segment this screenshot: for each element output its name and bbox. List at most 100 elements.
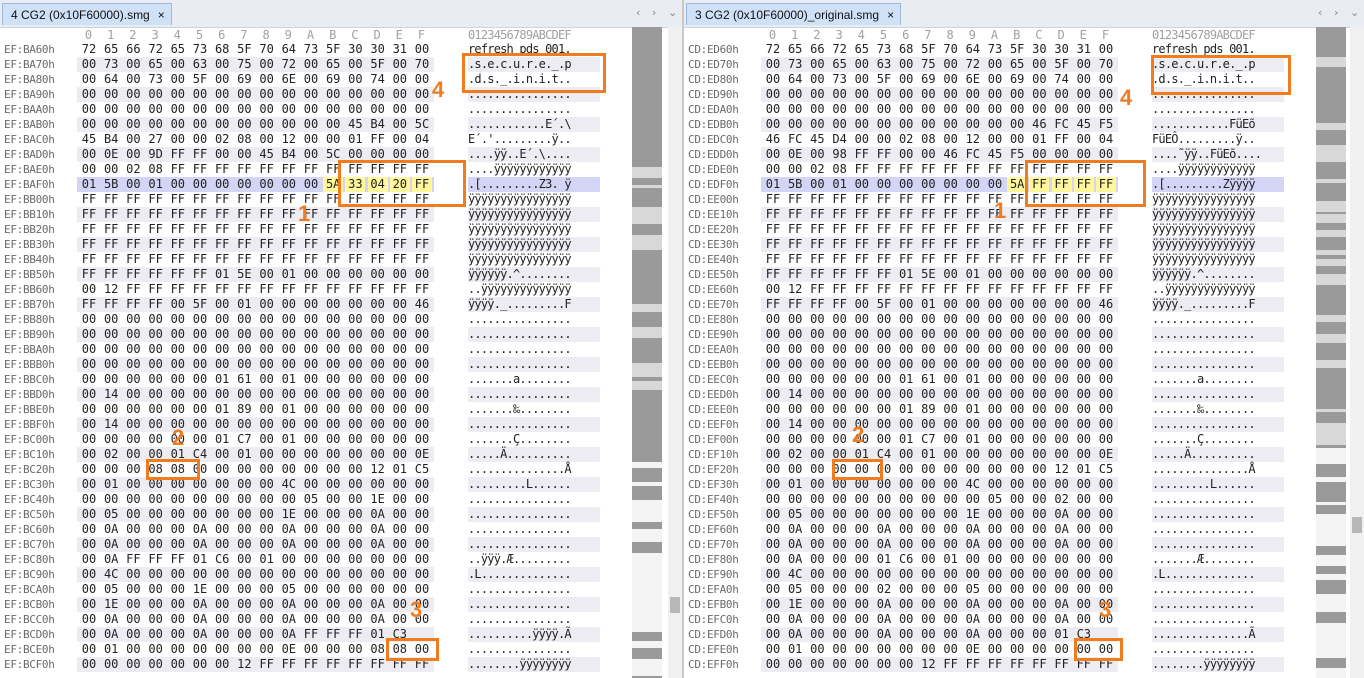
hex-byte[interactable]: 00 bbox=[985, 507, 1005, 522]
hex-byte[interactable]: 00 bbox=[390, 612, 410, 627]
hex-byte[interactable]: 00 bbox=[345, 327, 365, 342]
hex-byte[interactable]: FF bbox=[412, 252, 432, 267]
hex-byte[interactable]: 72 bbox=[279, 57, 299, 72]
hex-byte[interactable]: 00 bbox=[412, 492, 432, 507]
hex-byte[interactable]: 00 bbox=[212, 57, 232, 72]
hex-byte[interactable]: FF bbox=[941, 192, 961, 207]
hex-byte[interactable]: 01 bbox=[279, 402, 299, 417]
hex-byte[interactable]: 00 bbox=[1007, 447, 1027, 462]
hex-byte[interactable]: 00 bbox=[190, 507, 210, 522]
hex-row[interactable]: CD:EEE0h 00 00 00 00 00 00 01 89 00 01 00 00 00 00 00 00… bbox=[684, 402, 1314, 417]
hex-byte[interactable]: 00 bbox=[763, 597, 783, 612]
hex-byte[interactable]: 00 bbox=[168, 102, 188, 117]
hex-byte[interactable]: FF bbox=[301, 237, 321, 252]
hex-byte[interactable]: 00 bbox=[301, 357, 321, 372]
hex-byte[interactable]: 0A bbox=[963, 627, 983, 642]
hex-byte[interactable]: 00 bbox=[1052, 432, 1072, 447]
hex-byte[interactable]: FF bbox=[190, 192, 210, 207]
hex-byte[interactable]: FF bbox=[896, 192, 916, 207]
hex-byte[interactable]: FF bbox=[1007, 657, 1027, 672]
ascii-text[interactable]: ....ÿÿÿÿÿÿÿÿÿÿÿÿ bbox=[1152, 162, 1284, 177]
hex-byte[interactable]: 00 bbox=[1007, 432, 1027, 447]
hex-byte[interactable]: 00 bbox=[785, 492, 805, 507]
hex-byte[interactable]: FF bbox=[1052, 222, 1072, 237]
hex-byte[interactable]: 00 bbox=[896, 507, 916, 522]
hex-byte[interactable]: 01 bbox=[1029, 132, 1049, 147]
ascii-text[interactable]: ................ bbox=[468, 642, 600, 657]
hex-byte[interactable]: 00 bbox=[123, 417, 143, 432]
hex-byte[interactable]: 00 bbox=[412, 372, 432, 387]
hex-row[interactable]: EF:BC80h 00 0A FF FF FF 01 C6 00 01 00 00 00 00 00 00 00… bbox=[0, 552, 630, 567]
hex-byte[interactable]: 00 bbox=[279, 87, 299, 102]
hex-byte[interactable]: 00 bbox=[830, 552, 850, 567]
ascii-text[interactable]: ....ÿÿ..E´.\.... bbox=[468, 147, 600, 162]
hex-byte[interactable]: 00 bbox=[1052, 102, 1072, 117]
hex-byte[interactable]: 00 bbox=[1096, 477, 1116, 492]
hex-byte[interactable]: 00 bbox=[279, 342, 299, 357]
hex-byte[interactable]: 01 bbox=[830, 177, 850, 192]
hex-byte[interactable]: 00 bbox=[412, 522, 432, 537]
ascii-text[interactable]: ................ bbox=[468, 357, 600, 372]
hex-byte[interactable]: 00 bbox=[412, 102, 432, 117]
hex-byte[interactable]: 00 bbox=[896, 297, 916, 312]
ascii-text[interactable]: ................ bbox=[1152, 597, 1284, 612]
hex-byte[interactable]: 00 bbox=[323, 312, 343, 327]
hex-byte[interactable]: 00 bbox=[279, 312, 299, 327]
hex-byte[interactable]: 5C bbox=[412, 117, 432, 132]
hex-byte[interactable]: 00 bbox=[212, 72, 232, 87]
hex-byte[interactable]: FF bbox=[146, 282, 166, 297]
hex-byte[interactable]: FF bbox=[323, 222, 343, 237]
hex-byte[interactable]: 00 bbox=[852, 537, 872, 552]
hex-byte[interactable]: 00 bbox=[146, 507, 166, 522]
hex-byte[interactable]: 12 bbox=[279, 132, 299, 147]
hex-byte[interactable]: 00 bbox=[212, 597, 232, 612]
hex-byte[interactable]: 00 bbox=[390, 372, 410, 387]
hex-byte[interactable]: FF bbox=[79, 297, 99, 312]
hex-byte[interactable]: 00 bbox=[301, 567, 321, 582]
hex-byte[interactable]: 00 bbox=[279, 567, 299, 582]
hex-byte[interactable]: 00 bbox=[941, 627, 961, 642]
hex-row[interactable]: EF:BBB0h 00 00 00 00 00 00 00 00 00 00 00 00 00 00 00 00… bbox=[0, 357, 630, 372]
hex-byte[interactable]: 00 bbox=[1074, 507, 1094, 522]
hex-byte[interactable]: 00 bbox=[785, 312, 805, 327]
hex-byte[interactable]: 00 bbox=[896, 72, 916, 87]
hex-byte[interactable]: 00 bbox=[212, 357, 232, 372]
ascii-text[interactable]: ...............Ã bbox=[1152, 627, 1284, 642]
hex-byte[interactable]: 00 bbox=[807, 447, 827, 462]
hex-byte[interactable]: 5F bbox=[190, 297, 210, 312]
hex-byte[interactable]: 00 bbox=[323, 417, 343, 432]
hex-byte[interactable]: FF bbox=[257, 252, 277, 267]
hex-bytes[interactable]: 00 0A 00 00 00 0A 00 00 00 0A 00 00 00 0A 00 00 bbox=[761, 522, 1118, 537]
hex-byte[interactable]: 00 bbox=[390, 582, 410, 597]
hex-byte[interactable]: 00 bbox=[852, 507, 872, 522]
hex-byte[interactable]: 00 bbox=[807, 597, 827, 612]
hex-byte[interactable]: 00 bbox=[323, 132, 343, 147]
hex-row[interactable]: EF:BB20h FF FF FF FF FF FF FF FF FF FF FF FF FF FF FF FF… bbox=[0, 222, 630, 237]
hex-byte[interactable]: 00 bbox=[1074, 357, 1094, 372]
hex-byte[interactable]: 01 bbox=[257, 552, 277, 567]
hex-byte[interactable]: FF bbox=[963, 252, 983, 267]
hex-byte[interactable]: 00 bbox=[345, 552, 365, 567]
ascii-text[interactable]: E´.'.........ÿ.. bbox=[468, 132, 600, 147]
hex-byte[interactable]: 05 bbox=[963, 582, 983, 597]
hex-byte[interactable]: 00 bbox=[918, 522, 938, 537]
hex-byte[interactable]: B4 bbox=[279, 147, 299, 162]
hex-byte[interactable]: 00 bbox=[323, 462, 343, 477]
hex-byte[interactable]: 00 bbox=[941, 432, 961, 447]
hex-byte[interactable]: 00 bbox=[874, 327, 894, 342]
hex-byte[interactable]: 00 bbox=[830, 387, 850, 402]
hex-byte[interactable]: 00 bbox=[807, 612, 827, 627]
hex-byte[interactable]: 00 bbox=[941, 387, 961, 402]
hex-byte[interactable]: 05 bbox=[985, 492, 1005, 507]
hex-byte[interactable]: 00 bbox=[345, 297, 365, 312]
hex-byte[interactable]: 02 bbox=[123, 162, 143, 177]
hex-byte[interactable]: 00 bbox=[368, 387, 388, 402]
hex-byte[interactable]: 00 bbox=[168, 312, 188, 327]
hex-byte[interactable]: 5F bbox=[1052, 57, 1072, 72]
hex-byte[interactable]: 00 bbox=[212, 477, 232, 492]
hex-byte[interactable]: 00 bbox=[79, 162, 99, 177]
hex-byte[interactable]: 0A bbox=[190, 627, 210, 642]
hex-byte[interactable]: 00 bbox=[368, 567, 388, 582]
hex-byte[interactable]: 00 bbox=[123, 357, 143, 372]
hex-byte[interactable]: 00 bbox=[168, 372, 188, 387]
